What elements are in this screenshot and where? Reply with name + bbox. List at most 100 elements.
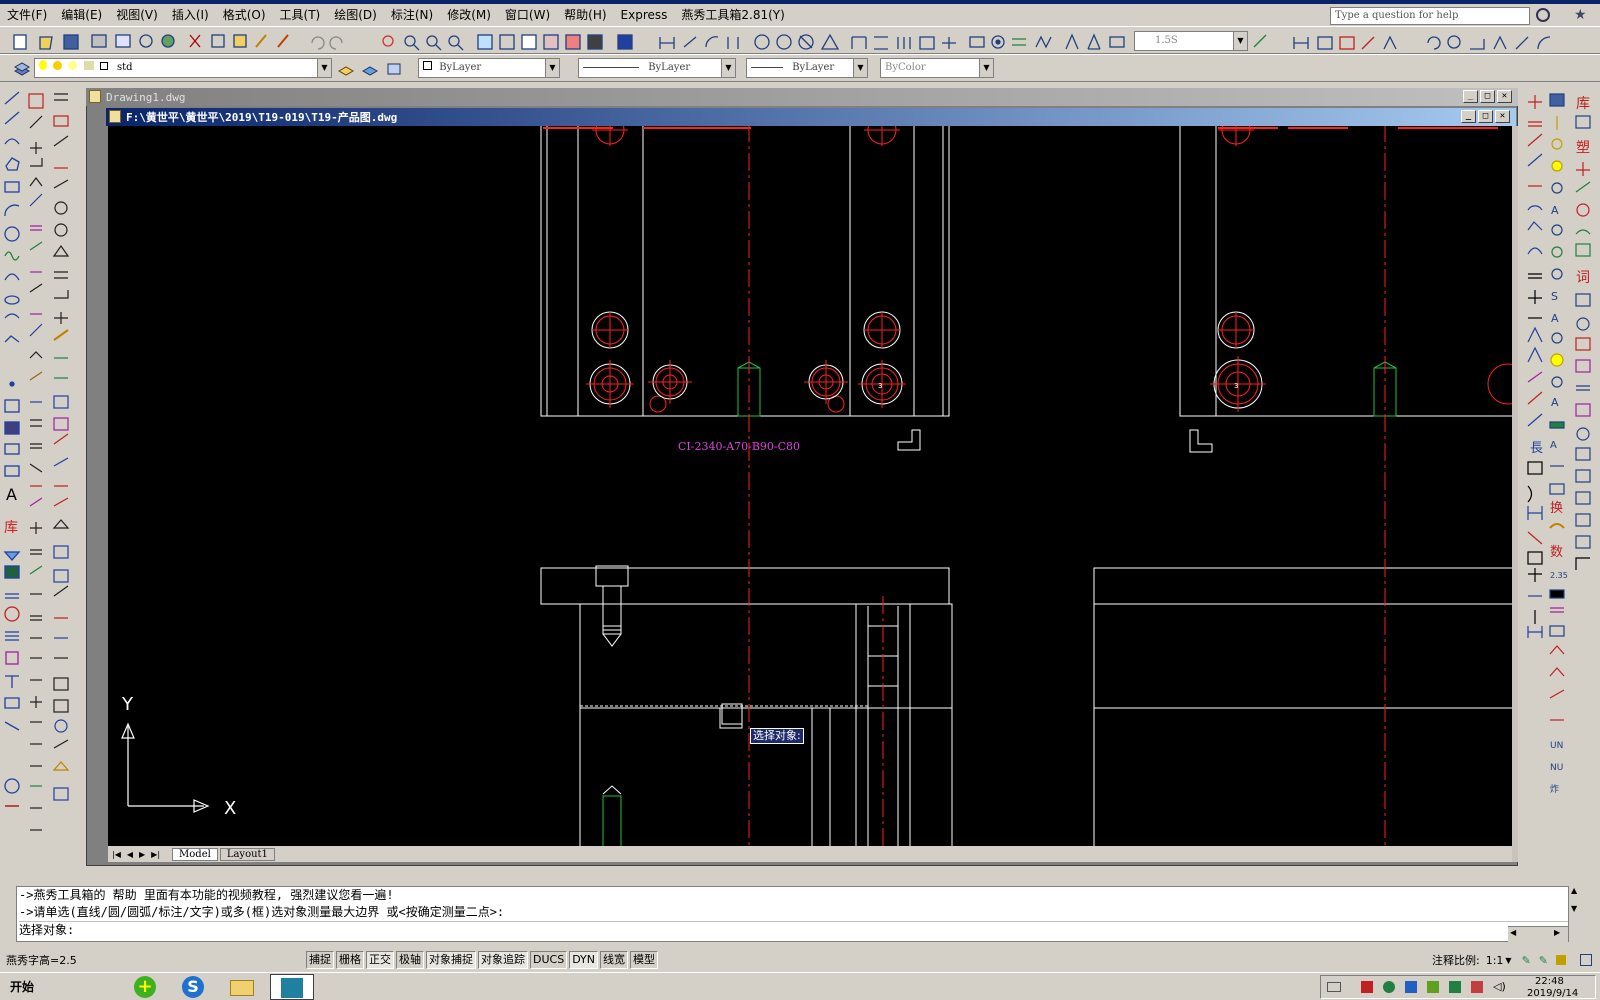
scroll-left-icon[interactable]: ◀ bbox=[1510, 928, 1516, 937]
right-toolbar-icons[interactable]: 長 A S A A A 换 数 2.35 UNNU 炸 库 塑 词 bbox=[1522, 86, 1600, 872]
chevron-down-icon[interactable]: ▼ bbox=[545, 59, 559, 77]
layer-states-icon[interactable] bbox=[384, 58, 404, 78]
toggle-ducs[interactable]: DUCS bbox=[530, 951, 568, 969]
start-label: 开始 bbox=[10, 980, 35, 994]
menu-insert[interactable]: 插入(I) bbox=[165, 4, 216, 26]
command-window[interactable]: ->燕秀工具箱的 帮助 里面有本功能的视频教程, 强烈建议您看一遍! ->请单选… bbox=[16, 886, 1582, 942]
menu-file[interactable]: 文件(F) bbox=[0, 4, 54, 26]
menu-view[interactable]: 视图(V) bbox=[109, 4, 165, 26]
tab-nav-first-icon[interactable]: |◀ bbox=[112, 850, 121, 859]
folder-icon[interactable] bbox=[226, 976, 258, 998]
lineweight-sample bbox=[751, 67, 783, 68]
clock-date: 2019/9/14 bbox=[1527, 988, 1579, 999]
drawing1-window-titlebar[interactable]: Drawing1.dwg _ □ ✕ bbox=[86, 88, 1518, 106]
chevron-down-icon[interactable]: ▼ bbox=[1233, 32, 1247, 50]
menu-express[interactable]: Express bbox=[614, 4, 675, 26]
pickbox-cursor bbox=[721, 703, 743, 725]
toggle-snap[interactable]: 捕捉 bbox=[306, 951, 334, 969]
product-drawing-window-titlebar[interactable]: F:\黄世平\黄世平\2019\T19-019\T19-产品图.dwg _ □ … bbox=[106, 108, 1516, 126]
layer-combo[interactable]: std ▼ bbox=[34, 58, 332, 78]
layer-previous-icon[interactable] bbox=[360, 58, 380, 78]
start-button[interactable]: 开始 bbox=[2, 976, 46, 998]
chevron-down-icon[interactable]: ▼ bbox=[979, 59, 993, 77]
color-combo[interactable]: ByLayer ▼ bbox=[418, 58, 560, 78]
chevron-down-icon[interactable]: ▼ bbox=[721, 59, 735, 77]
lineweight-combo[interactable]: ByLayer ▼ bbox=[746, 58, 868, 78]
plotstyle-combo[interactable]: ByColor ▼ bbox=[880, 58, 994, 78]
keyboard-icon[interactable] bbox=[1327, 982, 1341, 992]
menu-dimension[interactable]: 标注(N) bbox=[384, 4, 440, 26]
hole-labels: 3 3 bbox=[878, 382, 1238, 390]
menu-draw[interactable]: 绘图(D) bbox=[327, 4, 384, 26]
scroll-right-icon[interactable]: ▶ bbox=[1554, 928, 1560, 937]
lock-icon[interactable] bbox=[1556, 955, 1566, 965]
toggle-grid[interactable]: 栅格 bbox=[336, 951, 364, 969]
toggle-dyn[interactable]: DYN bbox=[569, 951, 599, 969]
command-hscroll[interactable]: ◀ ▶ bbox=[1508, 926, 1568, 942]
menu-yanxiu[interactable]: 燕秀工具箱2.81(Y) bbox=[674, 4, 791, 26]
toggle-ortho[interactable]: 正交 bbox=[366, 951, 394, 969]
minimize-icon[interactable]: _ bbox=[1463, 90, 1478, 103]
menu-format[interactable]: 格式(O) bbox=[216, 4, 273, 26]
color-swatch-icon bbox=[423, 61, 432, 70]
tray-nvidia-icon[interactable] bbox=[1427, 981, 1439, 993]
ucs-icon bbox=[121, 722, 210, 813]
chevron-down-icon[interactable]: ▼ bbox=[853, 59, 867, 77]
linetype-combo[interactable]: ByLayer ▼ bbox=[578, 58, 736, 78]
annotation-scale-value[interactable]: 1:1 bbox=[1486, 954, 1504, 967]
annotation-visibility-icon[interactable]: ✎ bbox=[1522, 954, 1531, 967]
autocad-task-button[interactable] bbox=[270, 974, 314, 1000]
ucs-y-label: Y bbox=[121, 694, 134, 715]
scroll-down-icon[interactable]: ▼ bbox=[1571, 904, 1577, 913]
toggle-lineweight[interactable]: 线宽 bbox=[600, 951, 629, 969]
draw-modify-toolbar-icons[interactable]: A 库 bbox=[0, 86, 80, 872]
tray-green-icon[interactable] bbox=[1449, 981, 1461, 993]
standard-toolbar-icons[interactable] bbox=[0, 27, 1600, 55]
tray-red-icon[interactable] bbox=[1471, 981, 1483, 993]
make-layer-current-icon[interactable] bbox=[336, 58, 356, 78]
tab-nav-prev-icon[interactable]: ◀ bbox=[127, 850, 133, 859]
tray-windows-icon[interactable] bbox=[1405, 981, 1417, 993]
tab-nav-last-icon[interactable]: ▶| bbox=[151, 850, 160, 859]
close-icon[interactable]: ✕ bbox=[1497, 90, 1512, 103]
canvas-edge bbox=[1512, 126, 1518, 862]
clean-screen-icon[interactable] bbox=[1580, 954, 1592, 966]
tab-model[interactable]: Model bbox=[172, 847, 218, 861]
properties-toolbar: std ▼ ByLayer ▼ ByLayer ▼ ByLayer ▼ ByCo… bbox=[0, 54, 1600, 82]
auto-scale-icon[interactable]: ✎ bbox=[1539, 954, 1548, 967]
menu-edit[interactable]: 编辑(E) bbox=[54, 4, 109, 26]
scale-combo[interactable]: 1.5S ▼ bbox=[1134, 31, 1248, 51]
sogou-icon[interactable]: S bbox=[180, 976, 208, 998]
svg-text:NU: NU bbox=[1550, 763, 1563, 773]
menu-modify[interactable]: 修改(M) bbox=[440, 4, 498, 26]
maximize-icon[interactable]: □ bbox=[1480, 90, 1495, 103]
add-icon[interactable]: + bbox=[132, 976, 160, 998]
tray-network-icon[interactable] bbox=[1383, 981, 1395, 993]
minimize-icon[interactable]: _ bbox=[1461, 110, 1476, 123]
scroll-up-icon[interactable]: ▲ bbox=[1571, 886, 1577, 895]
volume-icon[interactable]: ◁) bbox=[1493, 980, 1506, 993]
command-prompt[interactable]: 选择对象: bbox=[19, 921, 1581, 939]
help-search-input[interactable]: Type a question for help bbox=[1330, 7, 1530, 25]
tab-layout1[interactable]: Layout1 bbox=[219, 847, 275, 861]
toggle-otrack[interactable]: 对象追踪 bbox=[478, 951, 528, 969]
drawing-canvas[interactable]: 3 3 CI-2340-A70-B90-C80 Y X 选择对象: bbox=[108, 126, 1512, 846]
chevron-down-icon[interactable]: ▼ bbox=[317, 59, 331, 77]
search-icon[interactable] bbox=[1536, 8, 1550, 22]
tray-app-icon[interactable] bbox=[1361, 981, 1373, 993]
command-scrollbar[interactable]: ▲ ▼ bbox=[1568, 886, 1582, 942]
toggle-polar[interactable]: 极轴 bbox=[396, 951, 424, 969]
menu-window[interactable]: 窗口(W) bbox=[498, 4, 557, 26]
toggle-osnap[interactable]: 对象捕捉 bbox=[426, 951, 476, 969]
chevron-down-icon[interactable]: ▼ bbox=[1505, 956, 1511, 965]
tab-nav-next-icon[interactable]: ▶ bbox=[139, 850, 145, 859]
menu-tools[interactable]: 工具(T) bbox=[273, 4, 328, 26]
toggle-model[interactable]: 模型 bbox=[630, 951, 659, 969]
svg-text:A: A bbox=[1550, 440, 1557, 451]
close-icon[interactable]: ✕ bbox=[1495, 110, 1510, 123]
maximize-icon[interactable]: □ bbox=[1478, 110, 1493, 123]
menu-help[interactable]: 帮助(H) bbox=[557, 4, 613, 26]
layer-manager-icon[interactable] bbox=[12, 58, 32, 78]
star-icon[interactable]: ★ bbox=[1574, 7, 1587, 23]
command-history-line-1: ->燕秀工具箱的 帮助 里面有本功能的视频教程, 强烈建议您看一遍! bbox=[19, 888, 394, 902]
